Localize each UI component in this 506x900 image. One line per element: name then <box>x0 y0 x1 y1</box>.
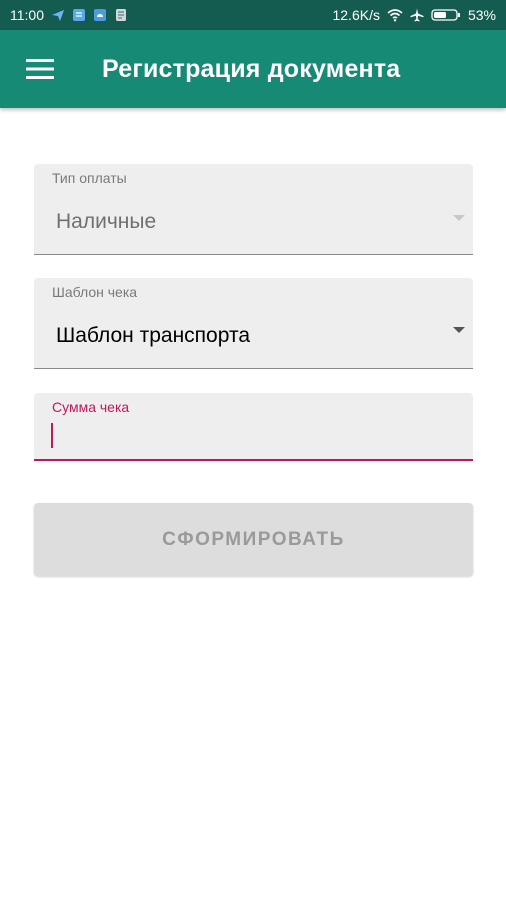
app-notification-icon <box>73 9 85 21</box>
status-time: 11:00 <box>10 7 44 23</box>
payment-type-label: Тип оплаты <box>52 170 127 186</box>
receipt-amount-label: Сумма чека <box>52 399 130 415</box>
receipt-template-select[interactable]: Шаблон чека Шаблон транспорта <box>34 278 473 369</box>
cloud-notification-icon <box>94 9 106 21</box>
wifi-icon <box>387 9 403 22</box>
text-cursor <box>51 423 53 448</box>
field-underline <box>34 459 473 461</box>
plane-notification-icon <box>52 10 64 21</box>
dropdown-arrow-icon <box>453 214 465 221</box>
payment-type-select[interactable]: Тип оплаты Наличные <box>34 164 473 255</box>
menu-button[interactable] <box>0 30 80 108</box>
receipt-template-label: Шаблон чека <box>52 284 138 300</box>
status-bar-right: 12.6K/s 53% <box>332 7 496 23</box>
hamburger-menu-icon <box>26 59 54 79</box>
battery-percent: 53% <box>467 7 496 23</box>
receipt-amount-input[interactable]: Сумма чека <box>34 393 473 461</box>
airplane-mode-icon <box>410 8 424 22</box>
dropdown-arrow-icon <box>453 326 465 333</box>
doc-notification-icon <box>116 9 126 21</box>
field-underline <box>34 368 473 369</box>
app-bar: Регистрация документа <box>0 30 506 108</box>
page-title: Регистрация документа <box>102 54 401 83</box>
status-bar-left: 11:00 <box>10 7 128 23</box>
network-speed: 12.6K/s <box>332 7 380 23</box>
submit-button[interactable]: СФОРМИРОВАТЬ <box>34 503 473 576</box>
payment-type-value: Наличные <box>56 210 157 233</box>
battery-icon <box>431 9 460 21</box>
receipt-template-value: Шаблон транспорта <box>56 324 251 347</box>
field-underline <box>34 254 473 255</box>
status-bar: 11:00 12.6K/s 53% <box>0 0 506 30</box>
